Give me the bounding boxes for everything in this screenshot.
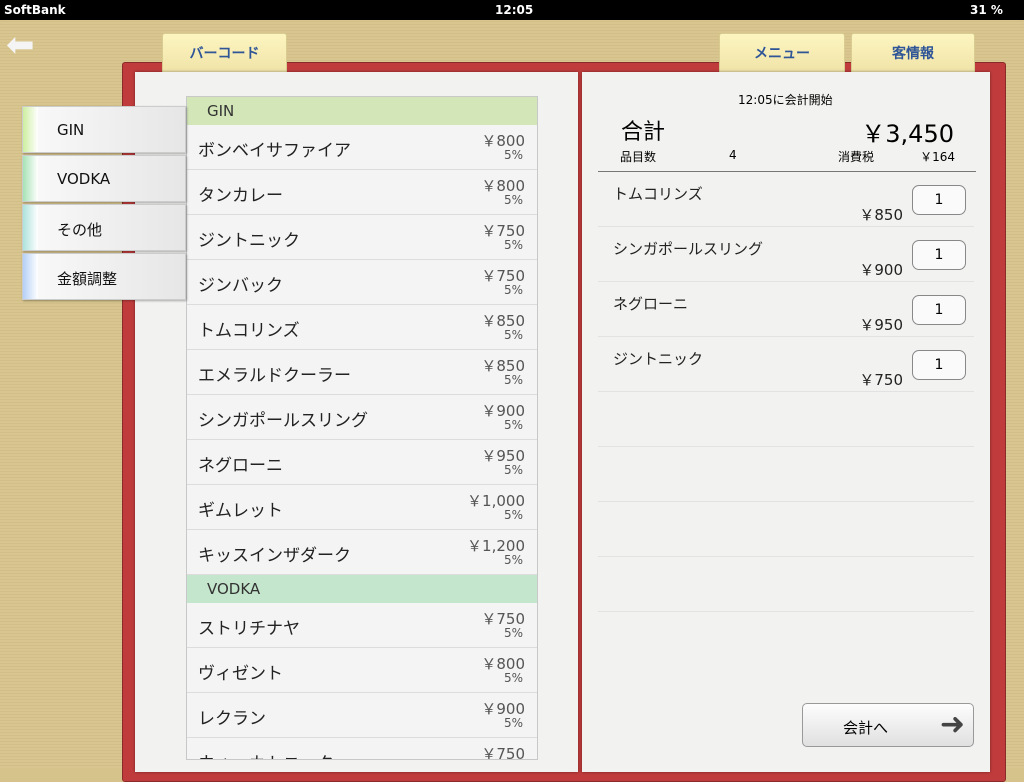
item-name: キッスインザダーク xyxy=(198,546,351,566)
item-tax: 5% xyxy=(503,508,523,522)
item-tax: 5% xyxy=(503,671,523,685)
category-label: VODKA xyxy=(57,170,111,188)
bill-item[interactable]: ジントニック ￥750 1 xyxy=(598,337,974,392)
item-name: タンカレー xyxy=(198,186,283,206)
bill-item-name: ネグローニ xyxy=(613,295,689,313)
item-name: エメラルドクーラー xyxy=(198,366,351,386)
bill-item-name: シンガポールスリング xyxy=(613,240,764,258)
count-label: 品目数 xyxy=(620,150,657,164)
item-tax: 5% xyxy=(503,238,523,252)
bill-item[interactable]: ネグローニ ￥950 1 xyxy=(598,282,974,337)
item-tax: 5% xyxy=(503,328,523,342)
menu-item[interactable]: トムコリンズ ￥850 5% xyxy=(187,305,537,350)
tab-customer[interactable]: 客情報 xyxy=(851,33,975,75)
menu-item[interactable]: ボンベイサファイア ￥800 5% xyxy=(187,125,537,170)
bill-item-name: ジントニック xyxy=(613,350,704,368)
category-tab[interactable]: VODKA xyxy=(22,155,186,202)
category-label: その他 xyxy=(57,221,103,239)
tab-barcode[interactable]: バーコード xyxy=(162,33,287,75)
item-tax: 5% xyxy=(503,193,523,207)
bill-item-price: ￥850 xyxy=(859,206,903,224)
category-label: 金額調整 xyxy=(57,270,118,288)
category-tab[interactable]: 金額調整 xyxy=(22,253,186,300)
item-name: ボンベイサファイア xyxy=(198,141,351,161)
back-arrow-icon[interactable]: ⬅ xyxy=(6,28,52,62)
tax-label: 消費税 xyxy=(838,150,875,164)
item-name: ストリチナヤ xyxy=(198,619,300,639)
item-name: ヴィゼント xyxy=(198,664,283,684)
item-price: ￥750 xyxy=(481,745,525,760)
tab-menu[interactable]: メニュー xyxy=(719,33,845,75)
clock: 12:05 xyxy=(495,3,534,17)
item-name: レクラン xyxy=(198,709,266,729)
menu-item[interactable]: シンガポールスリング ￥900 5% xyxy=(187,395,537,440)
item-tax: 5% xyxy=(503,283,523,297)
menu-item[interactable]: キッスインザダーク ￥1,200 5% xyxy=(187,530,537,575)
section-header: GIN xyxy=(187,97,537,125)
item-tax: 5% xyxy=(503,373,523,387)
item-name: ジントニック xyxy=(198,231,300,251)
menu-item[interactable]: ジンバック ￥750 5% xyxy=(187,260,537,305)
menu-item[interactable]: ウォッカトニック￥7505% xyxy=(187,738,537,760)
item-tax: 5% xyxy=(503,626,523,640)
carrier: SoftBank xyxy=(4,3,66,17)
menu-item[interactable]: レクラン ￥900 5% xyxy=(187,693,537,738)
quantity-field[interactable]: 1 xyxy=(912,185,966,215)
menu-item[interactable]: ストリチナヤ ￥750 5% xyxy=(187,603,537,648)
quantity-field[interactable]: 1 xyxy=(912,350,966,380)
menu-item[interactable]: タンカレー ￥800 5% xyxy=(187,170,537,215)
menu-item[interactable]: ネグローニ ￥950 5% xyxy=(187,440,537,485)
item-name: ジンバック xyxy=(198,276,283,296)
status-bar: SoftBank 12:05 31 % xyxy=(0,0,1024,20)
menu-list[interactable]: GIN ボンベイサファイア ￥800 5% タンカレー ￥800 5% ジントニック ￥750 5… xyxy=(186,96,538,760)
item-tax: 5% xyxy=(503,553,523,567)
menu-item[interactable]: ジントニック ￥750 5% xyxy=(187,215,537,260)
empty-row xyxy=(598,392,974,447)
empty-row xyxy=(598,557,974,612)
bill-item[interactable]: シンガポールスリング ￥900 1 xyxy=(598,227,974,282)
battery: 31 % xyxy=(970,3,1003,17)
bill-item-price: ￥900 xyxy=(859,261,903,279)
category-tab[interactable]: GIN xyxy=(22,106,186,153)
item-name: ネグローニ xyxy=(198,456,283,476)
bill-start: 12:05に会計開始 xyxy=(738,93,833,107)
quantity-field[interactable]: 1 xyxy=(912,240,966,270)
item-tax: 5% xyxy=(503,148,523,162)
bill-item[interactable]: トムコリンズ ￥850 1 xyxy=(598,172,974,227)
category-label: GIN xyxy=(57,121,85,139)
count-value: 4 xyxy=(729,148,737,162)
section-header: VODKA xyxy=(187,575,537,603)
item-name: トムコリンズ xyxy=(198,321,300,341)
menu-item[interactable]: ヴィゼント ￥800 5% xyxy=(187,648,537,693)
category-tab[interactable]: その他 xyxy=(22,204,186,251)
item-name: シンガポールスリング xyxy=(198,411,368,431)
total-label: 合計 xyxy=(621,120,666,145)
checkout-label: 会計へ xyxy=(843,719,889,737)
menu-item[interactable]: ギムレット ￥1,000 5% xyxy=(187,485,537,530)
bill-item-price: ￥750 xyxy=(859,371,903,389)
menu-item[interactable]: エメラルドクーラー ￥850 5% xyxy=(187,350,537,395)
tax-value: ￥164 xyxy=(920,150,955,164)
item-name: ウォッカトニック xyxy=(198,749,334,759)
bill-item-price: ￥950 xyxy=(859,316,903,334)
bill-item-name: トムコリンズ xyxy=(613,185,703,203)
empty-row xyxy=(598,447,974,502)
empty-row xyxy=(598,502,974,557)
total-amount: ￥3,450 xyxy=(861,120,954,148)
item-tax: 5% xyxy=(503,716,523,730)
checkout-button[interactable]: 会計へ ➜ xyxy=(802,703,974,747)
item-tax: 5% xyxy=(503,463,523,477)
item-name: ギムレット xyxy=(198,501,283,521)
quantity-field[interactable]: 1 xyxy=(912,295,966,325)
item-tax: 5% xyxy=(503,418,523,432)
arrow-right-icon: ➜ xyxy=(939,707,965,742)
